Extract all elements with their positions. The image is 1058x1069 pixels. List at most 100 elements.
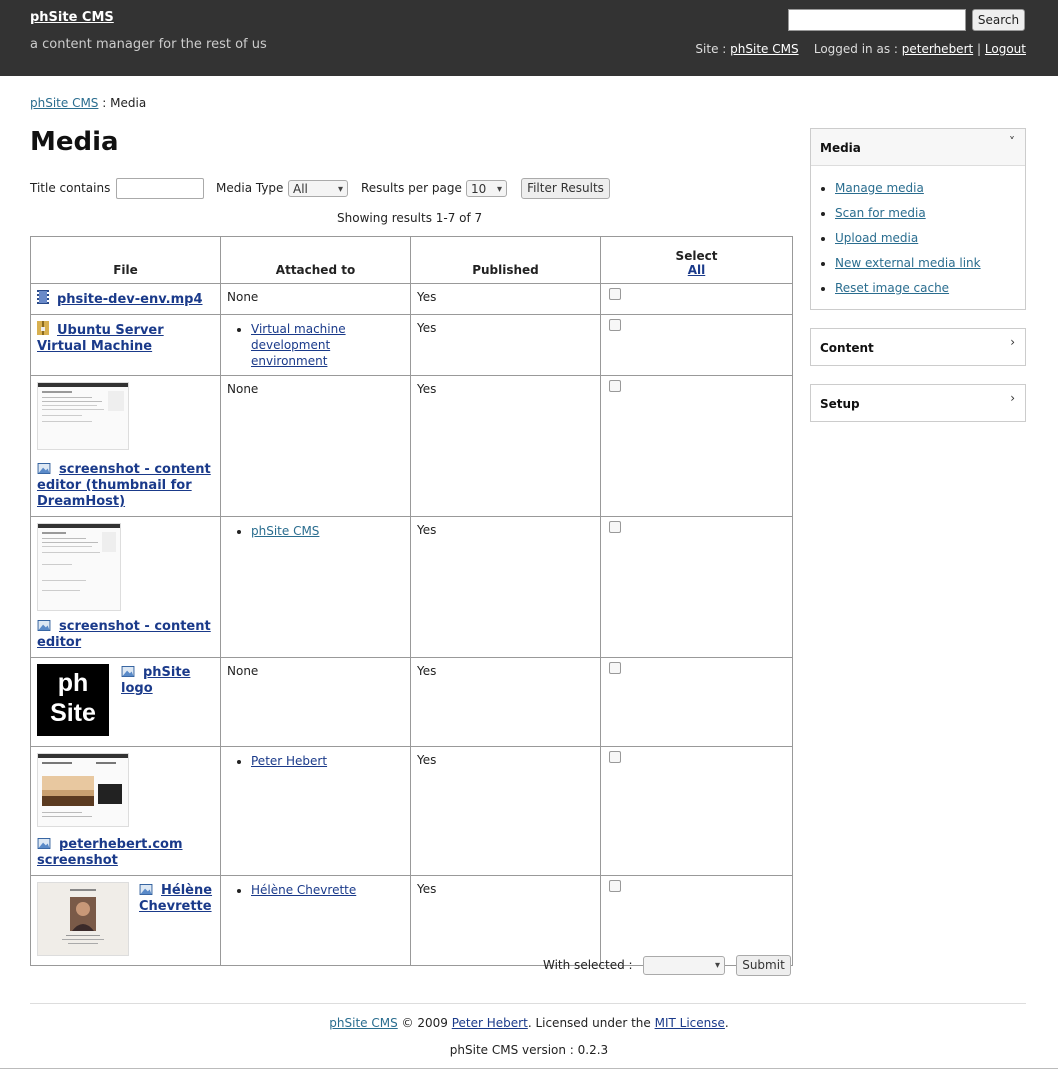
- table-row: phsite-dev-env.mp4 None Yes: [30, 283, 793, 315]
- upload-media-link[interactable]: Upload media: [835, 231, 918, 245]
- logged-in-label: Logged in as :: [813, 42, 898, 56]
- sidebar-panel-media: Media ˅ Manage media Scan for media Uplo…: [810, 128, 1026, 310]
- file-link[interactable]: screenshot - content editor: [37, 619, 211, 650]
- row-select-checkbox[interactable]: [609, 521, 621, 533]
- manage-media-link[interactable]: Manage media: [835, 181, 924, 195]
- current-site-link[interactable]: phSite CMS: [730, 42, 798, 56]
- submit-button[interactable]: Submit: [736, 955, 791, 976]
- new-external-media-link[interactable]: New external media link: [835, 256, 981, 270]
- attached-link[interactable]: phSite CMS: [251, 524, 319, 538]
- footer-divider: [30, 1003, 1026, 1004]
- column-header-select: Select All: [600, 236, 793, 284]
- chevron-down-icon: ▾: [496, 184, 502, 195]
- search-button[interactable]: Search: [972, 9, 1025, 31]
- footer-cms-link[interactable]: phSite CMS: [329, 1016, 397, 1030]
- results-per-page-select[interactable]: 10 ▾: [466, 180, 507, 197]
- portrait-thumbnail[interactable]: [37, 882, 129, 956]
- screenshot-thumbnail[interactable]: [37, 753, 129, 827]
- published-value: Yes: [417, 523, 437, 537]
- title-filter-label: Title contains: [30, 181, 111, 195]
- image-icon: [139, 884, 153, 895]
- published-value: Yes: [417, 321, 437, 335]
- site-label: Site :: [695, 42, 727, 56]
- select-label: Select: [675, 249, 718, 263]
- media-type-select[interactable]: All ▾: [288, 180, 348, 197]
- column-header-attached: Attached to: [220, 236, 411, 284]
- media-type-label: Media Type: [216, 181, 284, 195]
- attached-none: None: [227, 664, 259, 678]
- logout-link[interactable]: Logout: [985, 42, 1026, 56]
- sidebar-panel-header-content[interactable]: Content ›: [811, 329, 1025, 365]
- row-select-checkbox[interactable]: [609, 880, 621, 892]
- published-value: Yes: [417, 664, 437, 678]
- attached-none: None: [227, 290, 259, 304]
- attached-link[interactable]: Hélène Chevrette: [251, 883, 356, 897]
- sidebar-panel-title: Media: [820, 141, 861, 155]
- attached-link[interactable]: Peter Hebert: [251, 754, 327, 768]
- file-link[interactable]: phsite-dev-env.mp4: [57, 292, 203, 307]
- sidebar-panel-header-media[interactable]: Media ˅: [811, 129, 1025, 166]
- footer-license-text: . Licensed under the: [527, 1016, 651, 1030]
- attached-link[interactable]: Virtual machine development environment: [251, 322, 346, 368]
- footer-version: phSite CMS version : 0.2.3: [449, 1043, 609, 1057]
- sidebar-panel-header-setup[interactable]: Setup ›: [811, 385, 1025, 421]
- media-table: File Attached to Published Select All ph…: [30, 236, 793, 966]
- media-links-list: Manage media Scan for media Upload media…: [811, 166, 1025, 311]
- page-title: Media: [30, 127, 119, 157]
- sidebar-panel-title: Setup: [820, 397, 860, 411]
- results-per-page-value: 10: [471, 182, 487, 196]
- row-select-checkbox[interactable]: [609, 380, 621, 392]
- footer-copyright: © 2009: [401, 1016, 448, 1030]
- chevron-down-icon: ˅: [1009, 135, 1015, 149]
- column-header-file: File: [30, 236, 221, 284]
- breadcrumb-home-link[interactable]: phSite CMS: [30, 96, 98, 110]
- sidebar-panel-setup[interactable]: Setup ›: [810, 384, 1026, 422]
- chevron-right-icon: ›: [1010, 335, 1015, 349]
- site-tagline: a content manager for the rest of us: [30, 37, 267, 52]
- sidebar-panel-title: Content: [820, 341, 874, 355]
- breadcrumb-current: Media: [110, 96, 147, 110]
- table-row: peterhebert.com screenshot Peter Hebert …: [30, 746, 793, 876]
- video-icon: [37, 290, 49, 304]
- screenshot-thumbnail[interactable]: [37, 523, 121, 611]
- scan-media-link[interactable]: Scan for media: [835, 206, 926, 220]
- sidebar-panel-content[interactable]: Content ›: [810, 328, 1026, 366]
- table-row: ph Site phSite logo None Yes: [30, 657, 793, 747]
- footer-period: .: [724, 1016, 729, 1030]
- file-link[interactable]: screenshot - content editor (thumbnail f…: [37, 462, 211, 509]
- published-value: Yes: [417, 882, 437, 896]
- title-filter-input[interactable]: [116, 178, 204, 199]
- filter-results-button[interactable]: Filter Results: [521, 178, 610, 199]
- file-link[interactable]: Ubuntu Server Virtual Machine: [37, 323, 164, 354]
- logo-text-ph: ph: [57, 669, 89, 697]
- archive-icon: [37, 321, 49, 335]
- image-icon: [37, 620, 51, 631]
- screenshot-preview-image: [38, 754, 128, 826]
- username-link[interactable]: peterhebert: [902, 42, 973, 56]
- row-select-checkbox[interactable]: [609, 751, 621, 763]
- footer-author-link[interactable]: Peter Hebert: [452, 1016, 528, 1030]
- bulk-action-select[interactable]: ▾: [643, 956, 725, 975]
- published-value: Yes: [417, 382, 437, 396]
- row-select-checkbox[interactable]: [609, 288, 621, 300]
- chevron-down-icon: ▾: [714, 960, 720, 971]
- published-value: Yes: [417, 753, 437, 767]
- user-info: Site : phSite CMS Logged in as : peterhe…: [695, 42, 1026, 56]
- reset-image-cache-link[interactable]: Reset image cache: [835, 281, 949, 295]
- row-select-checkbox[interactable]: [609, 662, 621, 674]
- screenshot-thumbnail[interactable]: [37, 382, 129, 450]
- select-all-link[interactable]: All: [688, 263, 706, 277]
- site-name-link[interactable]: phSite CMS: [30, 10, 114, 25]
- table-row: screenshot - content editor phSite CMS Y…: [30, 516, 793, 658]
- results-count: Showing results 1-7 of 7: [337, 211, 483, 225]
- media-type-value: All: [293, 182, 308, 196]
- top-bar: phSite CMS a content manager for the res…: [0, 0, 1058, 76]
- row-select-checkbox[interactable]: [609, 319, 621, 331]
- search-input[interactable]: [788, 9, 966, 31]
- file-link[interactable]: peterhebert.com screenshot: [37, 837, 183, 868]
- phsite-logo-thumbnail[interactable]: ph Site: [37, 664, 109, 736]
- screenshot-preview-image: [38, 524, 120, 610]
- bulk-action-bar: With selected : ▾ Submit: [543, 955, 793, 977]
- logo-text-site: Site: [50, 699, 96, 727]
- footer-license-link[interactable]: MIT License: [655, 1016, 725, 1030]
